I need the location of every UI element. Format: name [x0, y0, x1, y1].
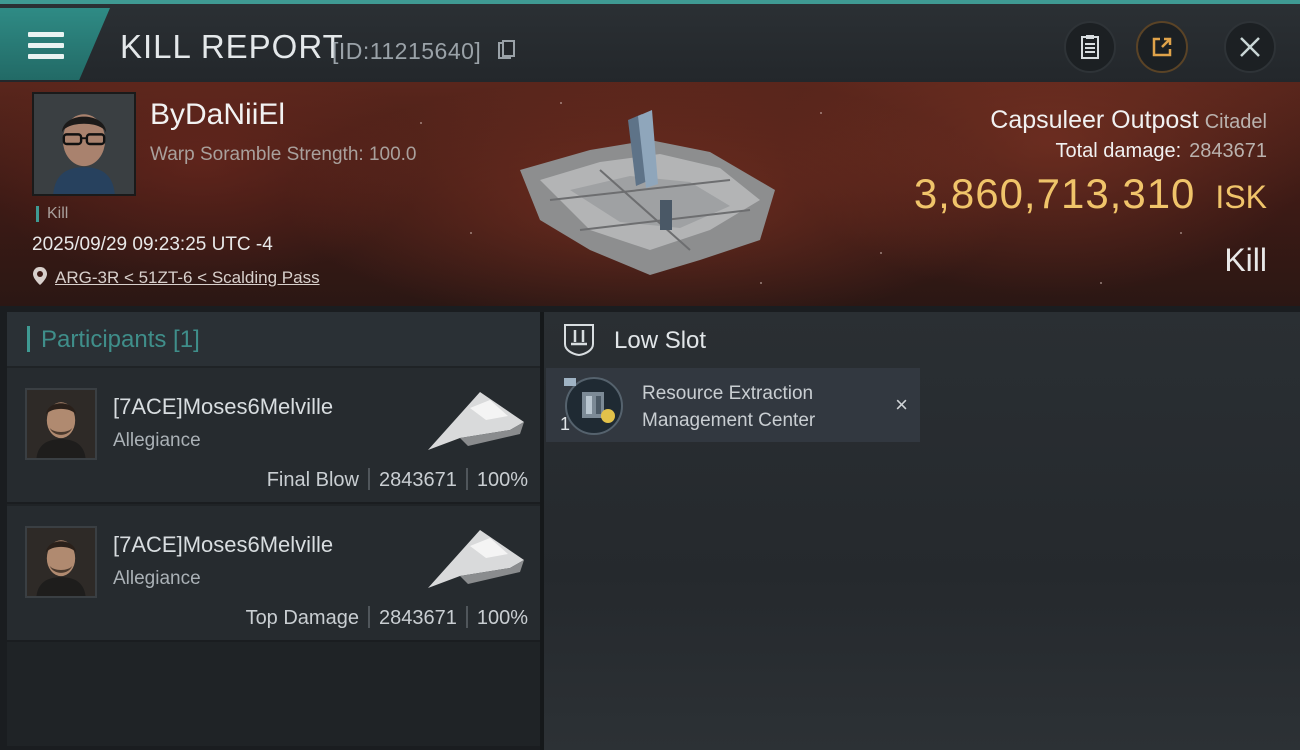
participants-title: Participants [1] [41, 326, 200, 353]
participant-stats: Top Damage 2843671 100% [246, 606, 528, 630]
divider [367, 468, 370, 490]
copy-icon[interactable] [498, 40, 516, 60]
kill-tag: Kill [36, 206, 68, 222]
destroyed-marker-icon: × [895, 392, 908, 417]
ship-icon [428, 530, 524, 588]
victim-name[interactable]: ByDaNiiEl [150, 98, 285, 132]
participant-name[interactable]: [7ACE]Moses6Melville [113, 394, 333, 420]
participant-damage: 2843671 [378, 607, 457, 629]
low-slot-icon [564, 324, 594, 356]
participant-row[interactable]: [7ACE]Moses6Melville Allegiance Top Dama… [7, 506, 540, 642]
page-title: KILL REPORT [120, 28, 344, 65]
participant-corp: Allegiance [113, 430, 201, 451]
menu-icon [28, 32, 64, 60]
title-bar: KILL REPORT [ID:11215640] [0, 0, 1300, 82]
warp-scramble-strength: Warp Soramble Strength: 100.0 [150, 144, 417, 165]
participant-corp: Allegiance [113, 568, 201, 589]
citadel-render [520, 110, 775, 275]
participant-portrait[interactable] [25, 526, 97, 598]
low-slot-header: Low Slot [544, 312, 1300, 368]
isk-value: 3,860,713,310 ISK [914, 170, 1267, 218]
participants-header: Participants [1] [7, 312, 540, 366]
kill-datetime: 2025/09/29 09:23:25 UTC -4 [32, 234, 273, 255]
ship-icon [428, 392, 524, 450]
participant-row[interactable]: [7ACE]Moses6Melville Allegiance Final Bl… [7, 368, 540, 504]
result-label: Kill [1224, 242, 1267, 278]
close-icon [1240, 37, 1260, 57]
clipboard-button[interactable] [1064, 21, 1116, 73]
total-damage-label: Total damage: [1055, 140, 1182, 162]
participant-damage: 2843671 [378, 469, 457, 491]
slot-title: Low Slot [614, 327, 707, 354]
participant-role: Top Damage [245, 607, 359, 629]
participant-percent: 100% [476, 607, 528, 629]
clipboard-icon [1081, 35, 1099, 59]
ship-name[interactable]: Capsuleer Outpost [990, 106, 1198, 134]
participant-name[interactable]: [7ACE]Moses6Melville [113, 532, 333, 558]
total-damage: Total damage: 2843671 [1055, 140, 1267, 163]
share-icon [1152, 37, 1172, 57]
victim-portrait[interactable] [32, 92, 136, 196]
ship-type: Capsuleer Outpost Citadel [990, 106, 1267, 135]
menu-button[interactable] [0, 8, 110, 80]
module-card[interactable]: 1 Resource Extraction Management Center … [546, 368, 920, 442]
divider [367, 606, 370, 628]
fitting-panel: Low Slot 1 Resource Extraction Managemen… [544, 312, 1300, 750]
share-button[interactable] [1136, 21, 1188, 73]
isk-amount: 3,860,713,310 [913, 170, 1196, 217]
total-damage-value: 2843671 [1189, 140, 1267, 162]
participant-percent: 100% [476, 469, 528, 491]
victim-panel: ByDaNiiEl Warp Soramble Strength: 100.0 … [0, 82, 1300, 306]
divider [465, 468, 468, 490]
location-link[interactable]: ARG-3R < 51ZT-6 < Scalding Pass [55, 268, 320, 288]
participant-role: Final Blow [266, 469, 359, 491]
close-button[interactable] [1224, 21, 1276, 73]
participants-panel: Participants [1] [7ACE]Moses6Melville Al… [7, 312, 540, 746]
divider [465, 606, 468, 628]
isk-unit: ISK [1215, 179, 1267, 215]
ship-class: Citadel [1204, 111, 1267, 133]
module-quantity: 1 [560, 414, 571, 434]
header-accent-bar [27, 326, 30, 352]
participant-portrait[interactable] [25, 388, 97, 460]
location-pin-icon [33, 267, 47, 285]
participant-stats: Final Blow 2843671 100% [267, 468, 528, 492]
module-name[interactable]: Resource Extraction Management Center [642, 380, 872, 434]
report-id: [ID:11215640] [332, 38, 482, 64]
